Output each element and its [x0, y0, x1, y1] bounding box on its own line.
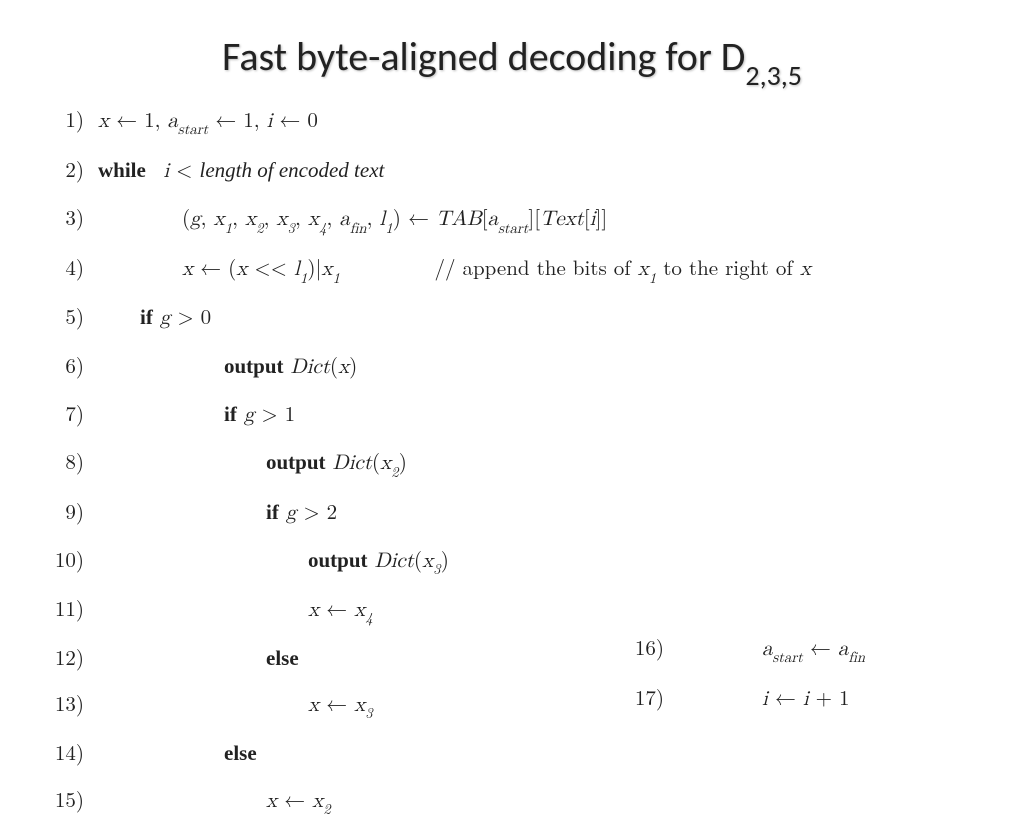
algo-line: 8) output Dict(x2)	[40, 447, 984, 479]
line-content: if g > 0	[98, 302, 211, 333]
line-content: astart ← afin	[678, 632, 865, 665]
algo-line: 15) x ← x2	[40, 785, 984, 817]
algo-line: 9) if g > 2	[40, 497, 984, 528]
algo-line: 11) x ← x4	[40, 594, 984, 626]
line-number: 2)	[40, 155, 84, 183]
algo-line: 3) (g, x1, x2, x3, x4, afin, l1) ← TAB[as…	[40, 203, 984, 236]
algo-line: 7) if g > 1	[40, 399, 984, 430]
line-content: else	[98, 643, 299, 672]
line-content: i ← i + 1	[678, 682, 850, 712]
line-number: 5)	[40, 302, 84, 330]
line-number: 13)	[40, 689, 84, 717]
line-content: (g, x1, x2, x3, x4, afin, l1) ← TAB[asta…	[98, 203, 607, 236]
line-content: output Dict(x)	[98, 351, 357, 382]
line-number: 16)	[620, 632, 664, 662]
line-content: if g > 1	[98, 399, 295, 430]
line-number: 15)	[40, 785, 84, 813]
line-number: 10)	[40, 545, 84, 573]
line-number: 7)	[40, 399, 84, 427]
title-subscript: 2,3,5	[745, 58, 802, 93]
algo-line: 6) output Dict(x)	[40, 351, 984, 382]
line-number: 11)	[40, 594, 84, 622]
slide-title: Fast byte-aligned decoding for D2,3,5	[40, 32, 984, 87]
algo-line: 17) i ← i + 1	[620, 682, 865, 712]
line-content: x ← 1, astart ← 1, i ← 0	[98, 105, 318, 138]
line-content: x ← x2	[98, 785, 331, 817]
line-content: while i < length of encoded text	[98, 155, 384, 186]
line-number: 14)	[40, 738, 84, 766]
line-number: 8)	[40, 447, 84, 475]
line-content: x ← x4	[98, 594, 373, 626]
algo-line: 4) x ← (x << l1)|x1 // append the bits of…	[40, 253, 984, 285]
algo-line: 16) astart ← afin	[620, 632, 865, 665]
line-number: 9)	[40, 497, 84, 525]
line-content: x ← x3	[98, 689, 373, 721]
line-content: if g > 2	[98, 497, 337, 528]
line-content: output Dict(x3)	[98, 545, 449, 577]
slide: Fast byte-aligned decoding for D2,3,5 1)…	[0, 0, 1024, 768]
algo-line: 10) output Dict(x3)	[40, 545, 984, 577]
line-number: 3)	[40, 203, 84, 231]
title-main: Fast byte-aligned decoding for D	[222, 32, 745, 81]
line-number: 12)	[40, 643, 84, 671]
line-number: 4)	[40, 253, 84, 281]
algorithm-side-block: 16) astart ← afin 17) i ← i + 1	[620, 632, 865, 729]
line-number: 1)	[40, 105, 84, 133]
line-number: 6)	[40, 351, 84, 379]
line-number: 17)	[620, 682, 664, 712]
algo-line: 5) if g > 0	[40, 302, 984, 333]
line-content: else	[98, 738, 257, 767]
algo-line: 14) else	[40, 738, 984, 767]
algo-line: 2) while i < length of encoded text	[40, 155, 984, 186]
line-content: x ← (x << l1)|x1 // append the bits of x…	[98, 253, 811, 285]
line-content: output Dict(x2)	[98, 447, 407, 479]
algo-line: 1) x ← 1, astart ← 1, i ← 0	[40, 105, 984, 138]
